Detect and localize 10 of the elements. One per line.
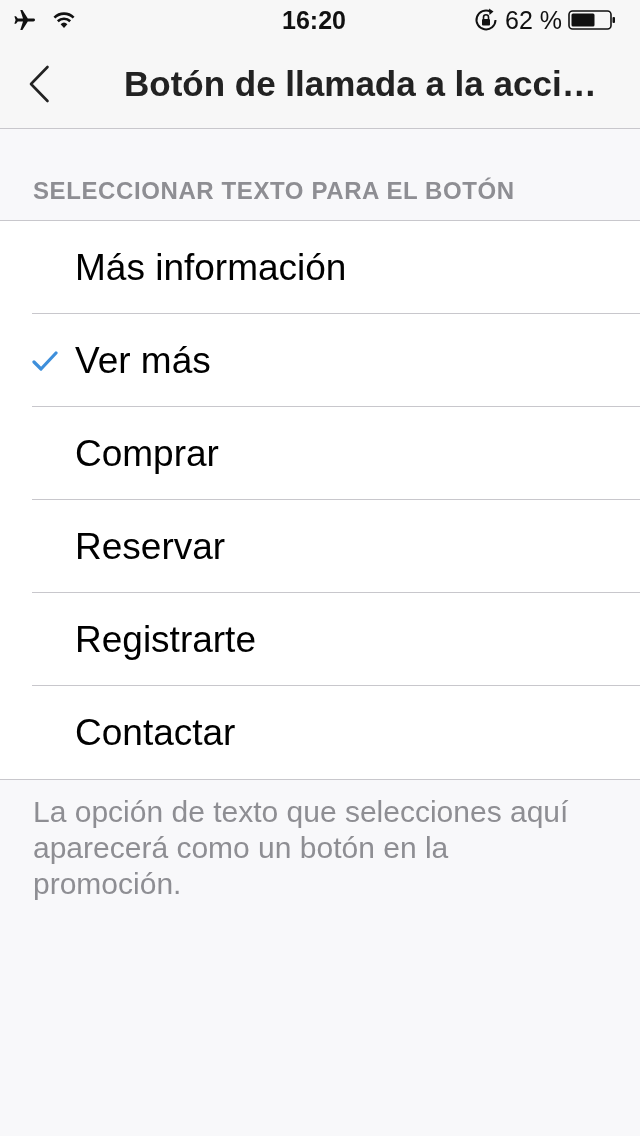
chevron-left-icon [28,65,50,103]
wifi-icon [52,11,76,29]
screen-title: Botón de llamada a la acci… [124,64,597,104]
status-time: 16:20 [282,5,346,35]
airplane-icon [12,8,38,32]
rotation-lock-icon [473,7,499,33]
battery-percentage: 62 % [505,5,562,35]
battery-icon [568,10,616,30]
section-footer-note: La opción de texto que selecciones aquí aparecerá como un botón en la promoción. [32,794,570,902]
section-header: SELECCIONAR TEXTO PARA EL BOTÓN [32,176,516,206]
